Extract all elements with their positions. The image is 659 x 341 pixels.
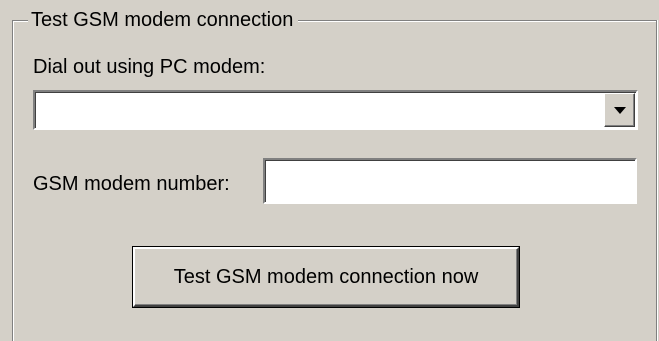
dial-out-label: Dial out using PC modem: <box>33 56 266 78</box>
test-connection-button[interactable]: Test GSM modem connection now <box>133 247 519 307</box>
gsm-modem-number-label: GSM modem number: <box>33 173 230 195</box>
groupbox-title: Test GSM modem connection <box>28 7 299 33</box>
chevron-down-icon <box>613 107 626 114</box>
dial-out-modem-select[interactable] <box>33 90 638 130</box>
gsm-modem-number-input[interactable] <box>263 158 637 204</box>
dropdown-button[interactable] <box>604 93 635 127</box>
